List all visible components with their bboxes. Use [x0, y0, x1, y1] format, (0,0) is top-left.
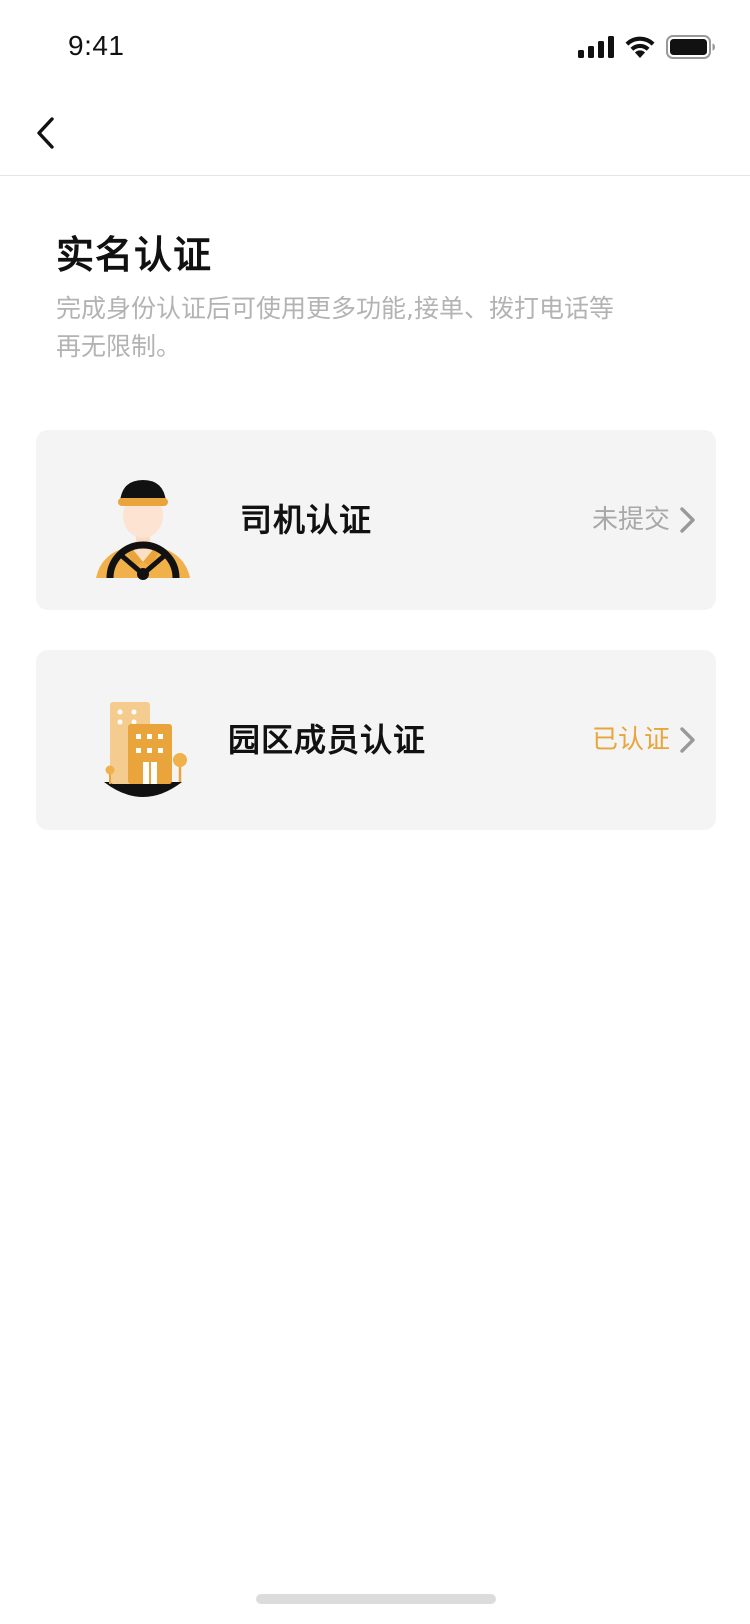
nav-bar — [0, 90, 750, 176]
battery-icon — [666, 35, 715, 59]
status-icons — [578, 32, 716, 62]
status-bar: 9:41 — [0, 0, 750, 90]
chevron-left-icon — [37, 117, 54, 149]
chevron-right-icon — [680, 507, 695, 533]
home-indicator[interactable] — [256, 1594, 496, 1604]
building-icon — [104, 702, 187, 797]
park-member-verification-card[interactable]: 园区成员认证 已认证 — [36, 650, 716, 830]
wifi-icon — [625, 36, 655, 58]
driver-verification-status: 未提交 — [591, 505, 670, 535]
park-member-verification-label: 园区成员认证 — [228, 721, 427, 759]
park-member-verification-status: 已认证 — [591, 725, 670, 755]
chevron-right-icon — [680, 727, 695, 753]
page-description: 完成身份认证后可使用更多功能,接单、拨打电话等再无限制。 — [56, 294, 614, 361]
back-button[interactable] — [20, 108, 70, 158]
page-title: 实名认证 — [56, 233, 213, 277]
status-time: 9:41 — [68, 30, 125, 61]
signal-icon — [578, 36, 614, 58]
driver-verification-label: 司机认证 — [240, 501, 373, 539]
driver-icon — [96, 480, 190, 580]
driver-verification-card[interactable]: 司机认证 未提交 — [36, 430, 716, 610]
